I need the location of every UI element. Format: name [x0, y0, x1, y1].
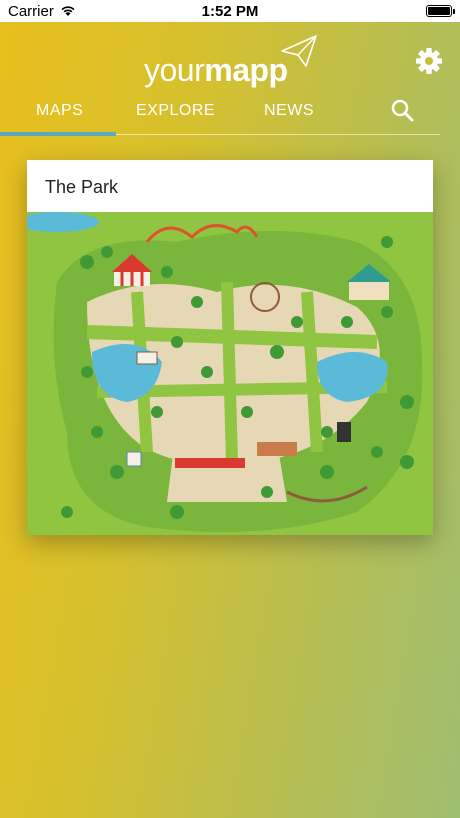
app-header: yourmapp — [0, 22, 460, 96]
paper-plane-icon — [281, 35, 317, 67]
tab-news[interactable]: NEWS — [264, 102, 314, 120]
card-title: The Park — [45, 177, 119, 197]
gear-icon[interactable] — [414, 46, 444, 76]
tab-explore[interactable]: EXPLORE — [136, 102, 215, 120]
battery-icon — [426, 5, 455, 17]
status-time: 1:52 PM — [201, 2, 259, 20]
app-logo: yourmapp — [144, 52, 288, 88]
tab-bar: MAPS EXPLORE NEWS — [0, 96, 460, 136]
search-icon[interactable] — [390, 98, 416, 124]
tab-maps[interactable]: MAPS — [36, 102, 83, 120]
map-card[interactable]: The Park — [27, 160, 433, 535]
status-bar: Carrier 1:52 PM — [0, 0, 460, 22]
park-map-image — [27, 212, 433, 535]
active-tab-indicator — [0, 132, 116, 136]
